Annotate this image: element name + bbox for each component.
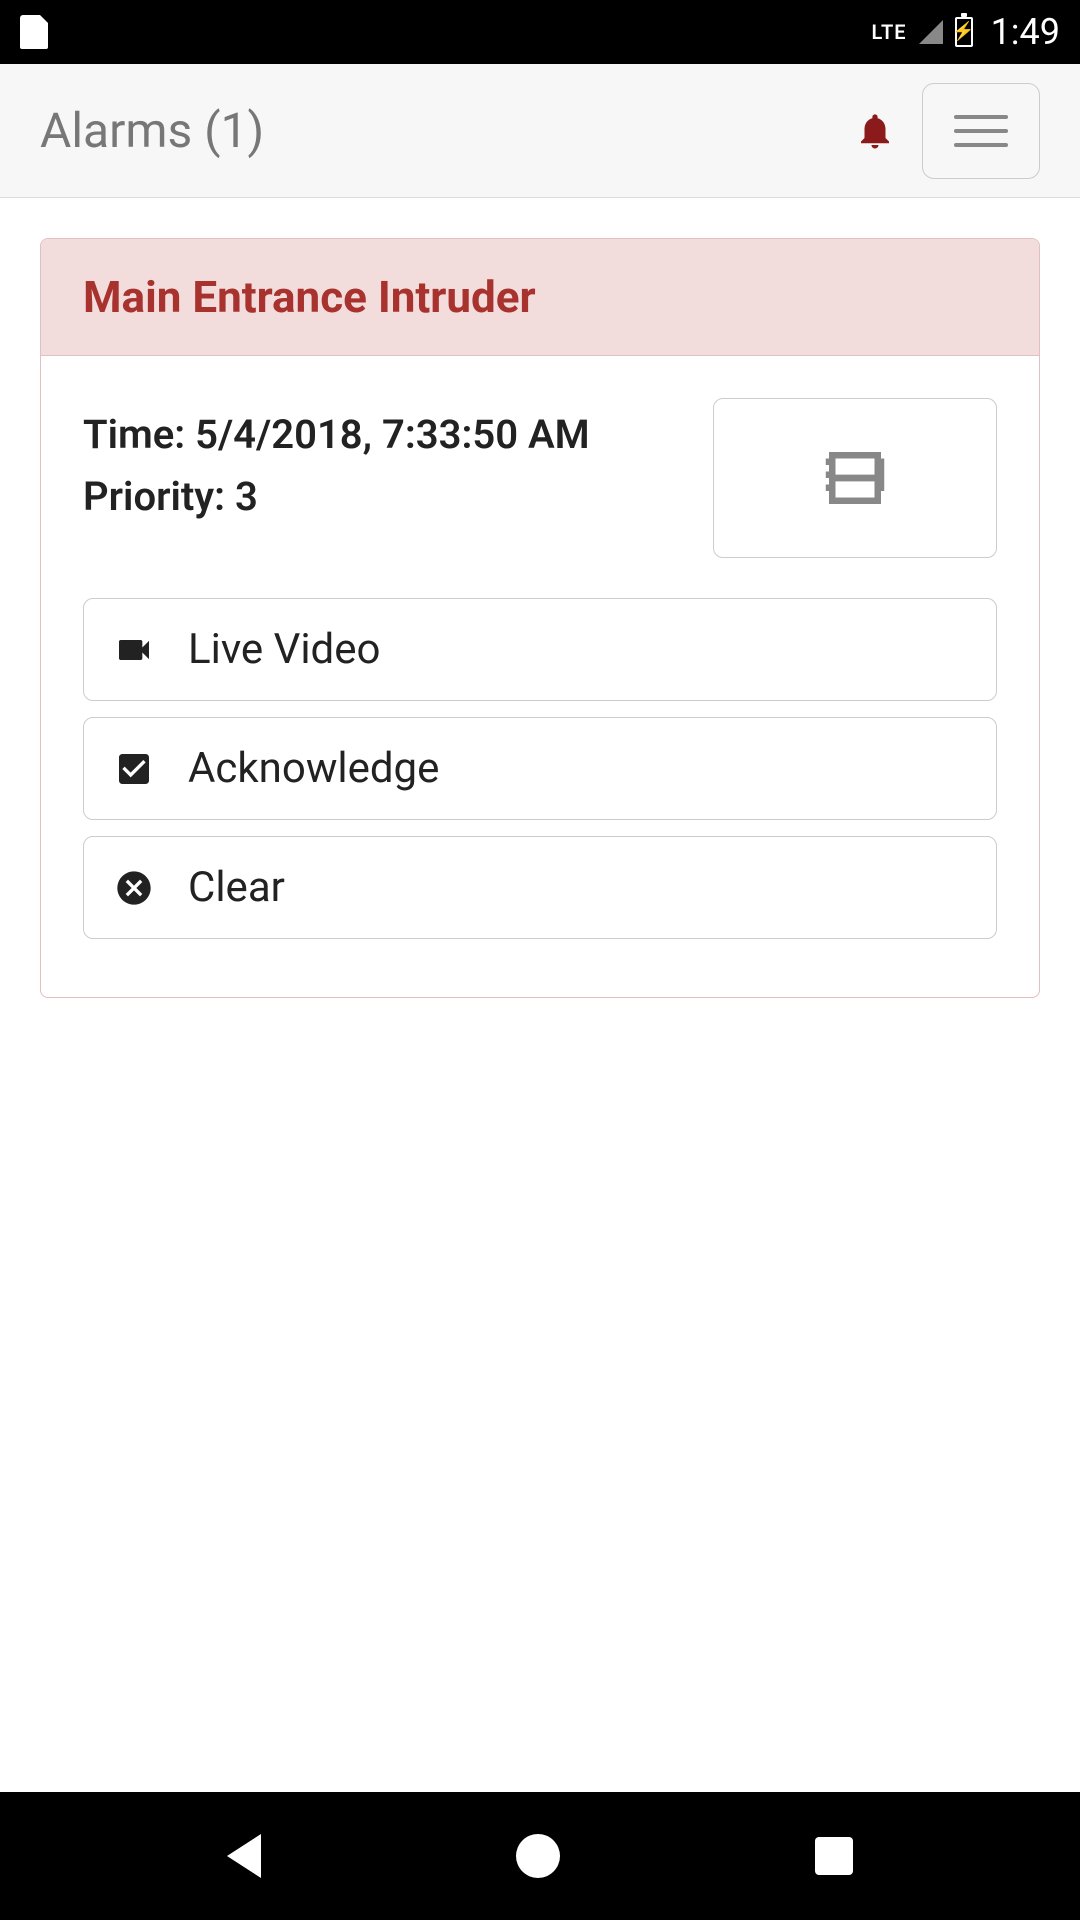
- acknowledge-button[interactable]: Acknowledge: [83, 717, 997, 820]
- clear-label: Clear: [188, 863, 285, 912]
- film-icon: [816, 439, 894, 517]
- alarm-info-text: Time: 5/4/2018, 7:33:50 AM Priority: 3: [83, 398, 673, 558]
- back-button[interactable]: [227, 1834, 261, 1878]
- acknowledge-label: Acknowledge: [188, 744, 439, 793]
- recents-button[interactable]: [815, 1837, 853, 1875]
- clear-button[interactable]: Clear: [83, 836, 997, 939]
- priority-value: 3: [235, 473, 258, 520]
- lte-label: LTE: [872, 20, 907, 44]
- menu-line-icon: [954, 143, 1008, 147]
- card-header: Main Entrance Intruder: [41, 239, 1039, 356]
- live-video-button[interactable]: Live Video: [83, 598, 997, 701]
- signal-icon: [919, 20, 943, 44]
- app-header: Alarms (1): [0, 64, 1080, 198]
- status-left: [20, 15, 872, 49]
- menu-line-icon: [954, 129, 1008, 133]
- bell-icon[interactable]: [854, 110, 896, 152]
- alarm-priority: Priority: 3: [83, 470, 673, 524]
- card-body: Time: 5/4/2018, 7:33:50 AM Priority: 3: [41, 356, 1039, 997]
- priority-label: Priority:: [83, 473, 225, 520]
- android-nav-bar: [0, 1792, 1080, 1920]
- video-camera-icon: [114, 630, 154, 670]
- alarm-info-row: Time: 5/4/2018, 7:33:50 AM Priority: 3: [83, 398, 997, 558]
- status-bar: LTE ⚡ 1:49: [0, 0, 1080, 64]
- alarm-time: Time: 5/4/2018, 7:33:50 AM: [83, 408, 673, 462]
- sd-card-icon: [20, 15, 48, 49]
- hamburger-menu-button[interactable]: [922, 83, 1040, 179]
- menu-line-icon: [954, 115, 1008, 119]
- alarm-card: Main Entrance Intruder Time: 5/4/2018, 7…: [40, 238, 1040, 998]
- status-right: LTE ⚡ 1:49: [872, 11, 1060, 53]
- live-video-label: Live Video: [188, 625, 380, 674]
- battery-icon: ⚡: [955, 17, 973, 47]
- page-title: Alarms (1): [40, 102, 854, 159]
- time-label: Time:: [83, 411, 185, 458]
- check-square-icon: [114, 749, 154, 789]
- close-circle-icon: [114, 868, 154, 908]
- alarm-title: Main Entrance Intruder: [83, 271, 997, 323]
- content-area: Main Entrance Intruder Time: 5/4/2018, 7…: [0, 198, 1080, 1792]
- home-button[interactable]: [516, 1834, 560, 1878]
- status-clock: 1:49: [991, 11, 1060, 53]
- recorded-video-button[interactable]: [713, 398, 997, 558]
- time-value: 5/4/2018, 7:33:50 AM: [195, 411, 590, 458]
- bolt-icon: ⚡: [952, 23, 974, 41]
